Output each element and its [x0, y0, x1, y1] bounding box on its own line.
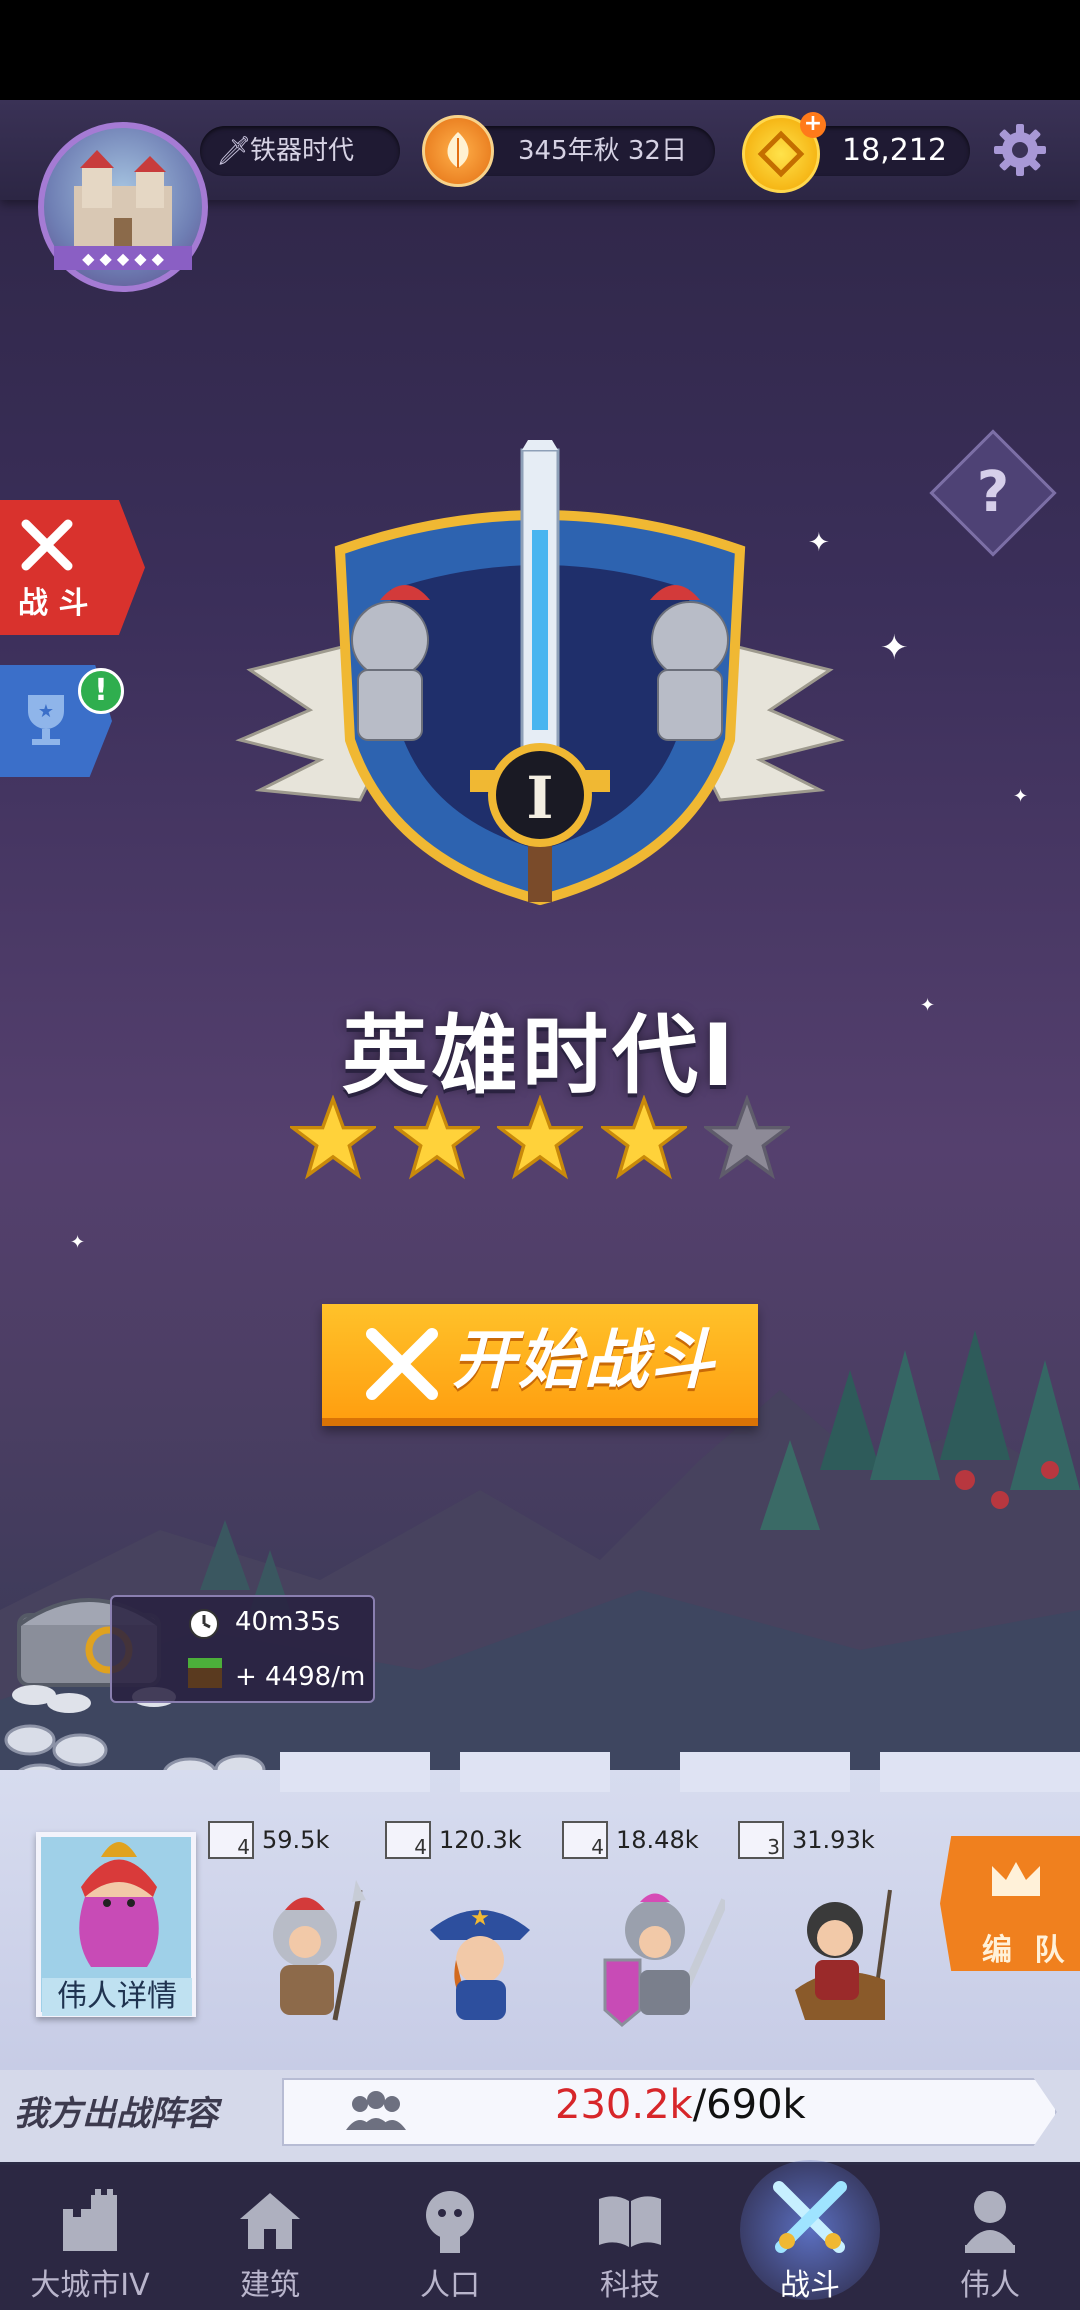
formation-label[interactable]: 编 队 — [982, 1925, 1070, 1969]
unit-power: 120.3k — [439, 1826, 522, 1854]
nav-label: 大城市IV — [30, 2268, 150, 2303]
add-gold-icon[interactable]: + — [800, 112, 826, 138]
sparkle-icon: ✦ — [1013, 786, 1029, 807]
bust-icon — [965, 2191, 1015, 2253]
unit-slot-2: 4 120.3k — [385, 1820, 522, 1860]
hero-avatar — [79, 1842, 159, 1967]
nav-label: 人口 — [420, 2268, 480, 2303]
trophy-icon: ★ — [28, 695, 64, 745]
max-power: /690k — [692, 2082, 806, 2128]
nav-population[interactable]: 人口 — [360, 2165, 540, 2310]
wall-merlon — [880, 1752, 1080, 1792]
archer-unit[interactable]: ★ — [410, 1880, 550, 2030]
unit-power: 18.48k — [616, 1826, 699, 1854]
date-label: 345年秋 32日 — [518, 136, 687, 166]
nav-label: 科技 — [600, 2268, 660, 2303]
cavalry-unit[interactable] — [775, 1880, 915, 2030]
crossed-swords-icon — [366, 1328, 438, 1400]
nav-great-people[interactable]: 伟人 — [900, 2165, 1080, 2310]
unit-power: 31.93k — [792, 1826, 875, 1854]
person-head-icon — [426, 2191, 474, 2253]
nav-buildings[interactable]: 建筑 — [180, 2165, 360, 2310]
status-bar — [0, 0, 1080, 100]
era-pill[interactable]: 🗡 铁器时代 — [200, 126, 400, 176]
swordsman-unit[interactable] — [585, 1880, 725, 2030]
start-battle-button[interactable]: 开始战斗 — [322, 1304, 758, 1426]
castle-icon: ◆ ◆ ◆ ◆ ◆ — [54, 150, 192, 270]
side-tab-battle[interactable]: 战 斗 — [0, 500, 145, 635]
lineup-power: 230.2k/690k — [555, 2082, 806, 2128]
chest-rate: + 4498/m — [235, 1662, 366, 1692]
unit-slot-4: 3 31.93k — [738, 1820, 875, 1860]
grass-block-icon — [188, 1658, 222, 1688]
dagger-icon: 🗡 — [216, 134, 252, 167]
unit-slot-3: 4 18.48k — [562, 1820, 699, 1860]
castle-icon — [63, 2189, 117, 2251]
svg-text:★: ★ — [470, 1906, 490, 1931]
sword-flag-icon: 4 — [562, 1821, 608, 1859]
star-filled-icon — [393, 1095, 480, 1180]
gold-value: 18,212 — [842, 133, 947, 168]
era-label: 铁器时代 — [250, 136, 355, 166]
side-tab-battle-label: 战 斗 — [18, 586, 89, 621]
sparkle-icon: ✦ — [880, 628, 909, 668]
spear-flag-icon: 4 — [208, 1821, 254, 1859]
people-group-icon — [346, 2091, 406, 2130]
crown-icon — [992, 1862, 1040, 1896]
nav-label: 伟人 — [960, 2268, 1020, 2303]
alert-badge-icon: ! — [78, 668, 124, 714]
nav-label: 建筑 — [240, 2268, 300, 2303]
unit-slot-1: 4 59.5k — [208, 1820, 329, 1860]
rank-numeral: I — [526, 764, 553, 832]
book-icon — [599, 2196, 661, 2247]
rank-emblem: I — [235, 440, 845, 906]
star-filled-icon — [290, 1095, 376, 1180]
rank-stars — [290, 1095, 790, 1185]
nav-battle[interactable]: 战斗 — [720, 2165, 900, 2310]
crossed-swords-icon — [773, 2181, 847, 2253]
great-person-detail-label[interactable]: 伟人详情 — [42, 1978, 192, 2016]
crossed-swords-icon — [21, 519, 73, 571]
rank-title: 英雄时代I — [342, 1006, 738, 1106]
city-avatar[interactable]: ◆ ◆ ◆ ◆ ◆ — [38, 122, 208, 292]
season-leaf-icon — [422, 115, 494, 187]
nav-city[interactable]: 大城市IV — [0, 2165, 180, 2310]
svg-text:◆ ◆ ◆ ◆ ◆: ◆ ◆ ◆ ◆ ◆ — [82, 249, 165, 268]
gear-icon[interactable] — [990, 120, 1050, 180]
unit-power: 59.5k — [262, 1826, 330, 1854]
nav-label: 战斗 — [780, 2268, 840, 2303]
star-filled-icon — [497, 1095, 583, 1180]
svg-text:★: ★ — [38, 701, 54, 722]
stopwatch-icon — [189, 1609, 219, 1639]
house-icon — [240, 2193, 300, 2249]
wall-merlon — [280, 1752, 430, 1792]
chest-timer: 40m35s — [235, 1607, 341, 1637]
wall-merlon — [460, 1752, 610, 1792]
question-mark-icon[interactable]: ? — [948, 448, 1038, 538]
nav-technology[interactable]: 科技 — [540, 2165, 720, 2310]
start-battle-label: 开始战斗 — [452, 1324, 716, 1398]
lineup-label: 我方出战阵容 — [14, 2094, 218, 2134]
star-empty-icon — [704, 1095, 790, 1180]
current-power: 230.2k — [555, 2082, 693, 2128]
star-filled-icon — [600, 1095, 687, 1180]
wall-merlon — [680, 1752, 850, 1792]
spearman-unit[interactable] — [240, 1880, 380, 2030]
game-screen: ✦ ✦ ✦ ✦ ✦ 🗡 铁器时代 345年秋 32日 18,212 + ◆ ◆ … — [0, 0, 1080, 2310]
bow-flag-icon: 4 — [385, 1821, 431, 1859]
cavalry-flag-icon: 3 — [738, 1821, 784, 1859]
